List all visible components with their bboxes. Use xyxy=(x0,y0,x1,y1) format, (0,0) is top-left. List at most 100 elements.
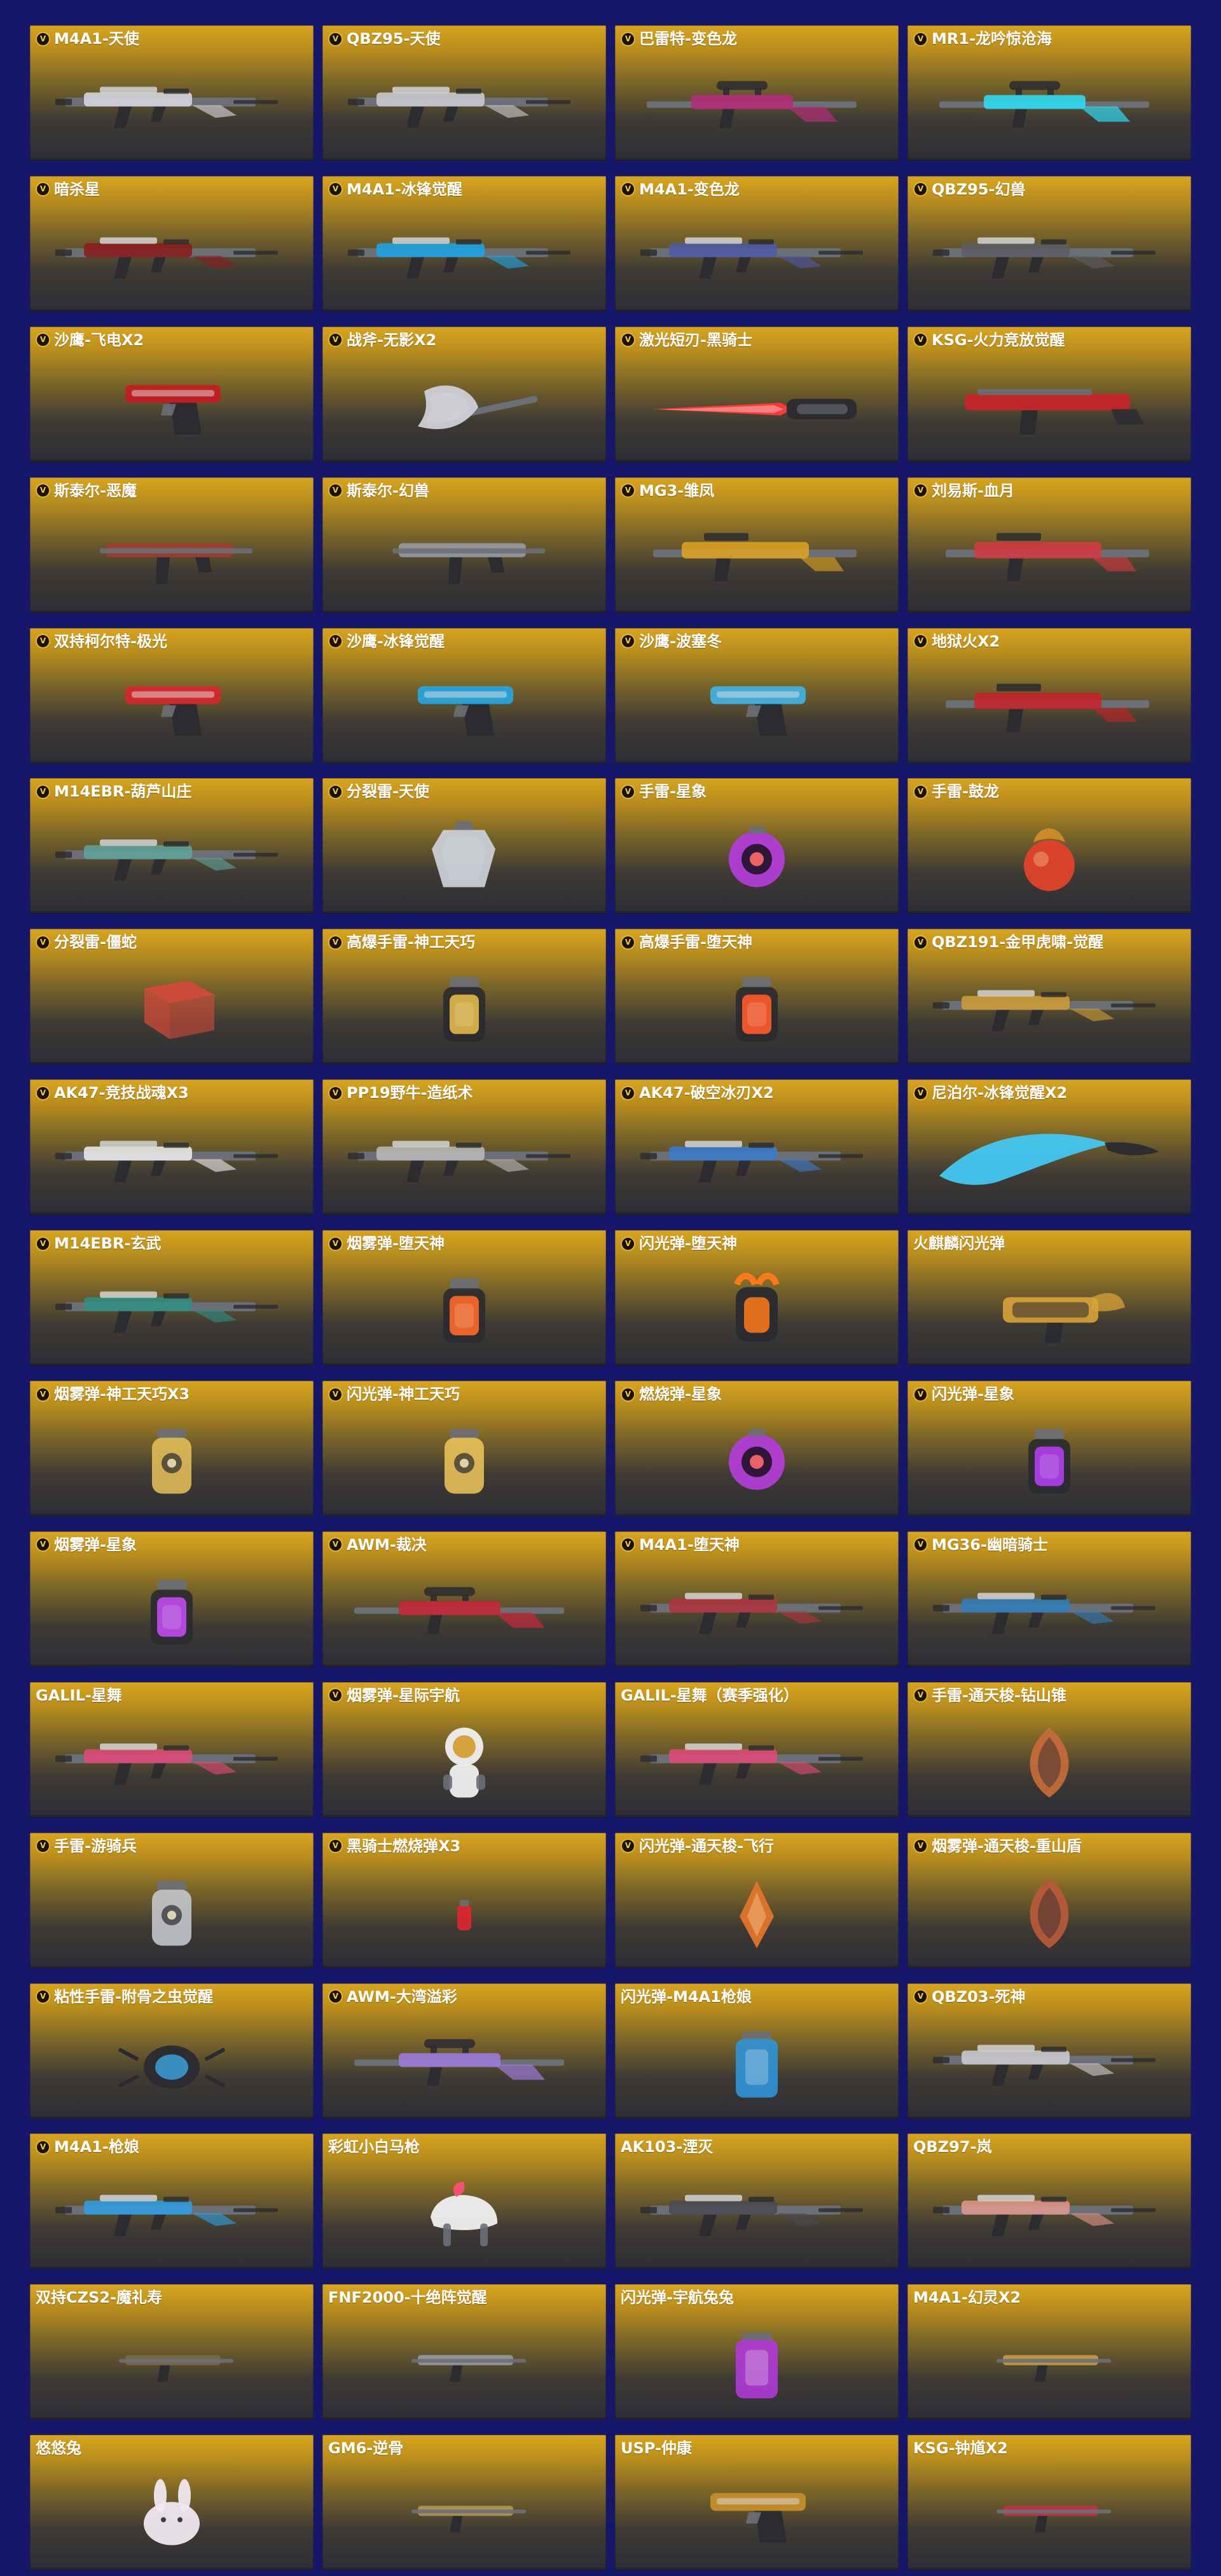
item-card[interactable]: FNF2000-十绝阵觉醒 xyxy=(322,2284,606,2420)
item-card[interactable]: USP-仲康 xyxy=(615,2435,899,2571)
item-name: AWM-大湾溢彩 xyxy=(347,1987,457,2006)
item-name: M14EBR-玄武 xyxy=(54,1235,162,1253)
item-name: 双持柯尔特-极光 xyxy=(54,632,167,650)
v-badge-icon: V xyxy=(913,935,928,950)
item-card[interactable]: V 地狱火X2 xyxy=(907,627,1191,764)
item-card[interactable]: AK103-湮灭 xyxy=(615,2134,899,2270)
item-header: V 沙鹰-波塞冬 xyxy=(621,634,893,649)
item-image xyxy=(30,352,314,456)
item-card[interactable]: V AWM-大湾溢彩 xyxy=(322,1983,606,2119)
item-card[interactable]: V 斯泰尔-恶魔 xyxy=(30,477,314,613)
item-card[interactable]: V 沙鹰-冰锋觉醒 xyxy=(322,627,606,764)
item-card[interactable]: V 闪光弹-堕天神 xyxy=(615,1230,899,1366)
item-card[interactable]: V M14EBR-葫芦山庄 xyxy=(30,778,314,914)
item-image xyxy=(615,2460,899,2564)
item-card[interactable]: V AK47-破空冰刃X2 xyxy=(615,1079,899,1216)
item-card[interactable]: V MG3-雏凤 xyxy=(615,477,899,613)
item-card[interactable]: V PP19野牛-造纸术 xyxy=(322,1079,606,1216)
item-card[interactable]: V 高爆手雷-堕天神 xyxy=(615,929,899,1065)
item-card[interactable]: V 闪光弹-神工天巧 xyxy=(322,1381,606,1517)
item-name: 闪光弹-M4A1枪娘 xyxy=(621,1987,752,2006)
item-card[interactable]: V 沙鹰-飞电X2 xyxy=(30,326,314,462)
item-header: 闪光弹-宇航兔兔 xyxy=(621,2290,893,2305)
item-image xyxy=(30,202,314,305)
item-name: 斯泰尔-幻兽 xyxy=(347,481,429,500)
item-card[interactable]: V 双持柯尔特-极光 xyxy=(30,627,314,764)
item-card[interactable]: V 烟雾弹-神工天巧X3 xyxy=(30,1381,314,1517)
item-card[interactable]: V MR1-龙吟惊沧海 xyxy=(907,25,1191,161)
item-card[interactable]: GM6-逆骨 xyxy=(322,2435,606,2571)
item-card[interactable]: 彩虹小白马枪 xyxy=(322,2134,606,2270)
v-badge-icon: V xyxy=(621,1085,635,1100)
item-image xyxy=(30,2310,314,2413)
item-card[interactable]: V 巴雷特-变色龙 xyxy=(615,25,899,161)
item-header: V 双持柯尔特-极光 xyxy=(36,634,308,649)
item-card[interactable]: V M4A1-冰锋觉醒 xyxy=(322,175,606,312)
item-card[interactable]: V M4A1-天使 xyxy=(30,25,314,161)
v-badge-icon: V xyxy=(328,332,343,348)
item-header: V AK47-竞技战魂X3 xyxy=(36,1085,308,1100)
item-card[interactable]: V 沙鹰-波塞冬 xyxy=(615,627,899,764)
item-card[interactable]: V 分裂雷-天使 xyxy=(322,778,606,914)
item-card[interactable]: V 燃烧弹-星象 xyxy=(615,1381,899,1517)
item-card[interactable]: V M4A1-枪娘 xyxy=(30,2134,314,2270)
item-card[interactable]: V 斯泰尔-幻兽 xyxy=(322,477,606,613)
item-card[interactable]: V QBZ95-幻兽 xyxy=(907,175,1191,312)
item-card[interactable]: V QBZ03-死神 xyxy=(907,1983,1191,2119)
item-card[interactable]: V 烟雾弹-星象 xyxy=(30,1531,314,1667)
item-card[interactable]: V 烟雾弹-通天梭-重山盾 xyxy=(907,1832,1191,1968)
item-card[interactable]: V 手雷-通天梭-钻山锥 xyxy=(907,1682,1191,1818)
item-image xyxy=(30,804,314,907)
item-card[interactable]: 双持CZS2-魔礼寿 xyxy=(30,2284,314,2420)
item-image xyxy=(30,51,314,154)
item-card[interactable]: V MG36-幽暗骑士 xyxy=(907,1531,1191,1667)
item-header: USP-仲康 xyxy=(621,2441,893,2456)
item-card[interactable]: V 粘性手雷-附骨之虫觉醒 xyxy=(30,1983,314,2119)
item-card[interactable]: 闪光弹-M4A1枪娘 xyxy=(615,1983,899,2119)
item-card[interactable]: V 烟雾弹-堕天神 xyxy=(322,1230,606,1366)
item-card[interactable]: 火麒麟闪光弹 xyxy=(907,1230,1191,1366)
item-card[interactable]: V QBZ191-金甲虎啸-觉醒 xyxy=(907,929,1191,1065)
item-card[interactable]: V M4A1-变色龙 xyxy=(615,175,899,312)
item-card[interactable]: V 闪光弹-通天梭-飞行 xyxy=(615,1832,899,1968)
item-card[interactable]: V 激光短刃-黑骑士 xyxy=(615,326,899,462)
item-header: V 烟雾弹-星际宇航 xyxy=(328,1688,601,1703)
item-card[interactable]: V 手雷-鼓龙 xyxy=(907,778,1191,914)
item-card[interactable]: V 分裂雷-僵蛇 xyxy=(30,929,314,1065)
item-card[interactable]: V 黑骑士燃烧弹X3 xyxy=(322,1832,606,1968)
item-card[interactable]: V QBZ95-天使 xyxy=(322,25,606,161)
item-card[interactable]: V KSG-火力竞放觉醒 xyxy=(907,326,1191,462)
item-card[interactable]: V 高爆手雷-神工天巧 xyxy=(322,929,606,1065)
item-card[interactable]: V AWM-裁决 xyxy=(322,1531,606,1667)
item-image xyxy=(907,503,1191,606)
item-card[interactable]: V M14EBR-玄武 xyxy=(30,1230,314,1366)
item-card[interactable]: V 闪光弹-星象 xyxy=(907,1381,1191,1517)
v-badge-icon: V xyxy=(36,332,50,348)
item-card[interactable]: V 暗杀星 xyxy=(30,175,314,312)
item-card[interactable]: V M4A1-堕天神 xyxy=(615,1531,899,1667)
item-card[interactable]: QBZ97-岚 xyxy=(907,2134,1191,2270)
item-card[interactable]: GALIL-星舞（赛季强化） xyxy=(615,1682,899,1818)
item-header: V 手雷-游骑兵 xyxy=(36,1839,308,1854)
item-card[interactable]: V 刘易斯-血月 xyxy=(907,477,1191,613)
item-card[interactable]: 闪光弹-宇航兔兔 xyxy=(615,2284,899,2420)
item-card[interactable]: V 手雷-游骑兵 xyxy=(30,1832,314,1968)
item-header: V MG36-幽暗骑士 xyxy=(913,1537,1186,1552)
item-image xyxy=(615,2159,899,2263)
item-card[interactable]: V AK47-竞技战魂X3 xyxy=(30,1079,314,1216)
item-header: 彩虹小白马枪 xyxy=(328,2139,601,2155)
item-card[interactable]: 悠悠兔 xyxy=(30,2435,314,2571)
item-card[interactable]: M4A1-幻灵X2 xyxy=(907,2284,1191,2420)
v-badge-icon: V xyxy=(328,1989,343,2004)
item-header: V 烟雾弹-通天梭-重山盾 xyxy=(913,1839,1186,1854)
item-card[interactable]: V 手雷-星象 xyxy=(615,778,899,914)
v-badge-icon: V xyxy=(913,1537,928,1552)
item-card[interactable]: V 战斧-无影X2 xyxy=(322,326,606,462)
item-card[interactable]: KSG-钟馗X2 xyxy=(907,2435,1191,2571)
item-card[interactable]: V 尼泊尔-冰锋觉醒X2 xyxy=(907,1079,1191,1216)
item-card[interactable]: GALIL-星舞 xyxy=(30,1682,314,1818)
v-badge-icon: V xyxy=(328,1537,343,1552)
item-card[interactable]: V 烟雾弹-星际宇航 xyxy=(322,1682,606,1818)
item-header: V 分裂雷-天使 xyxy=(328,784,601,799)
item-image xyxy=(322,51,606,154)
